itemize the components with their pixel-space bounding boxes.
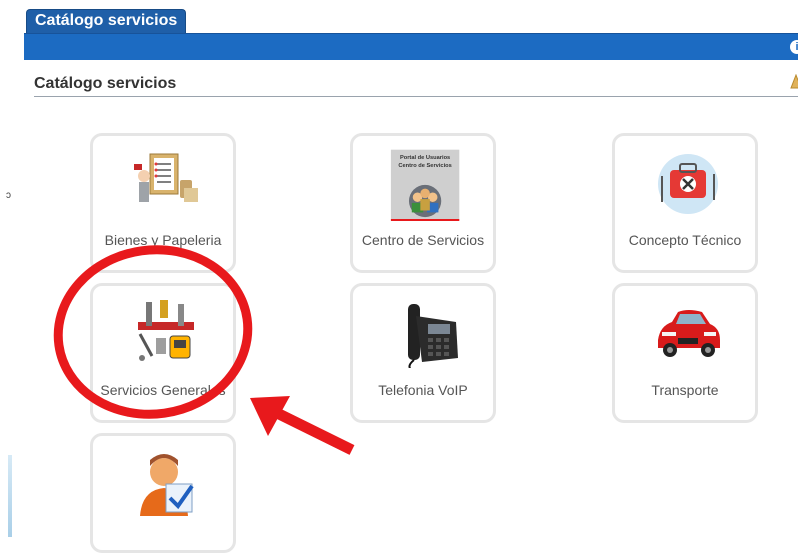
rail-scroll-indicator: [8, 455, 12, 537]
image-text-line-1: Portal de Usuarios: [400, 155, 450, 161]
rail-mark: ɔ: [6, 190, 11, 201]
clipboard-stationery-icon: [134, 153, 198, 202]
service-card-user-check[interactable]: [90, 433, 236, 553]
car-icon: [658, 310, 720, 357]
service-card-concepto-tecnico[interactable]: Concepto Técnico: [612, 133, 758, 273]
tools-icon: [138, 300, 194, 361]
service-card-telefonia-voip[interactable]: Telefonia VoIP: [350, 283, 496, 423]
card-label: Transporte: [651, 382, 719, 398]
service-card-servicios-generales[interactable]: Servicios Generales: [90, 283, 236, 423]
service-card-centro-servicios[interactable]: Portal de Usuarios Centro de Servicios C…: [350, 133, 496, 273]
card-label: Telefonia VoIP: [378, 382, 468, 398]
desk-phone-icon: [408, 304, 458, 368]
user-check-icon: [140, 454, 194, 516]
section-header: Catálogo servicios: [34, 74, 798, 97]
catalog-panel: Catálogo servicios i Catálogo servicios …: [24, 0, 798, 553]
left-rail: ɔ: [0, 0, 22, 537]
card-label: Bienes y Papeleria: [104, 232, 222, 248]
warning-icon[interactable]: [790, 74, 798, 90]
card-label: Concepto Técnico: [628, 232, 742, 248]
portal-users-icon: Portal de Usuarios Centro de Servicios: [390, 149, 460, 221]
toolbox-icon: [658, 154, 718, 214]
tab-catalogo-servicios[interactable]: Catálogo servicios: [26, 9, 187, 34]
service-card-bienes-papeleria[interactable]: Bienes y Papeleria: [90, 133, 236, 273]
card-label: Centro de Servicios: [361, 232, 485, 248]
page-title: Catálogo servicios: [34, 75, 177, 92]
service-card-transporte[interactable]: Transporte: [612, 283, 758, 423]
tab-bar: i: [24, 33, 798, 60]
image-text-line-2: Centro de Servicios: [398, 163, 451, 169]
info-icon[interactable]: i: [790, 40, 798, 54]
card-label: Servicios Generales: [100, 382, 226, 398]
